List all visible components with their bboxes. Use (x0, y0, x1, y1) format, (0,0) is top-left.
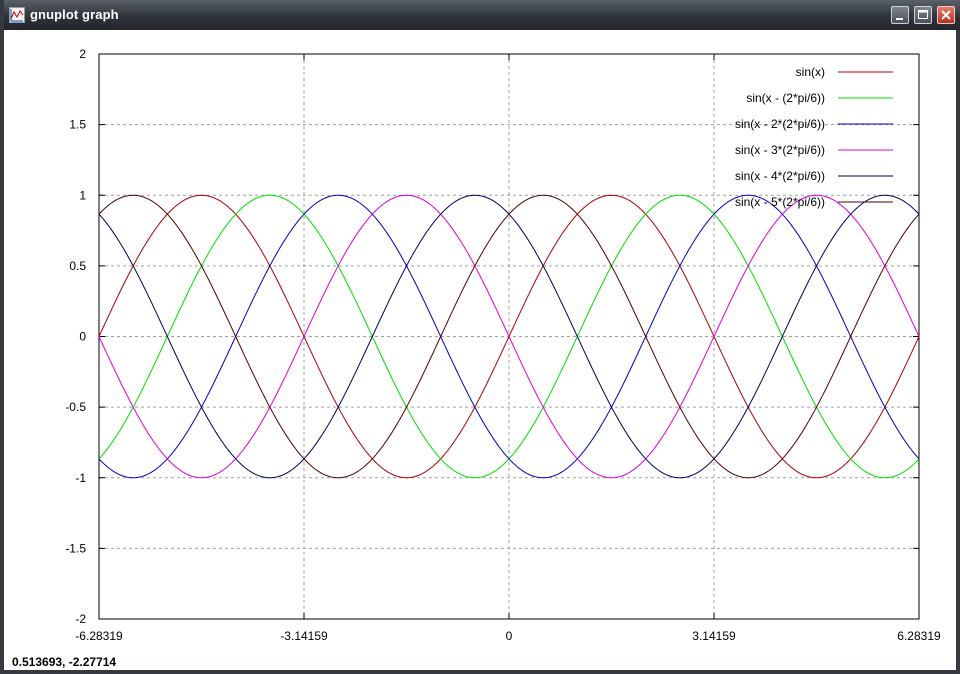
y-tick-label: 2 (79, 47, 86, 61)
legend-label-2: sin(x - 2*(2*pi/6)) (735, 117, 825, 131)
gnuplot-window: gnuplot graph 2 1.5 1 0.5 0 -0.5 -1 -1.5 -2 -6.28… (0, 0, 960, 674)
legend-label-4: sin(x - 4*(2*pi/6)) (735, 169, 825, 183)
y-tick-label: -2 (75, 612, 86, 626)
y-tick-label: 0.5 (69, 259, 86, 273)
y-tick-label: 0 (79, 330, 86, 344)
maximize-icon (918, 10, 928, 19)
x-tick-label: 0 (506, 629, 513, 643)
y-tick-label: -1 (75, 471, 86, 485)
x-tick-label: -6.28319 (75, 629, 123, 643)
title-bar[interactable]: gnuplot graph (4, 0, 960, 30)
gnuplot-graph-icon[interactable] (9, 7, 25, 23)
minimize-icon (896, 18, 903, 20)
minimize-button[interactable] (891, 6, 909, 24)
x-tick-label: 3.14159 (692, 629, 736, 643)
y-tick-label: 1.5 (69, 118, 86, 132)
maximize-button[interactable] (914, 6, 932, 24)
legend-label-3: sin(x - 3*(2*pi/6)) (735, 143, 825, 157)
y-tick-label: 1 (79, 188, 86, 202)
close-icon (941, 10, 951, 20)
window-title: gnuplot graph (30, 7, 119, 22)
plot-area[interactable]: 2 1.5 1 0.5 0 -0.5 -1 -1.5 -2 -6.28319 -3.14159 0 3.… (4, 30, 956, 650)
legend-label-1: sin(x - (2*pi/6)) (746, 91, 825, 105)
x-tick-label: -3.14159 (280, 629, 328, 643)
legend-label-0: sin(x) (796, 65, 825, 79)
mouse-coordinates-readout: 0.513693, -2.27714 (12, 655, 117, 669)
close-button[interactable] (937, 6, 955, 24)
legend-label-5: sin(x - 5*(2*pi/6)) (735, 195, 825, 209)
y-tick-label: -0.5 (65, 400, 86, 414)
x-tick-label: 6.28319 (897, 629, 941, 643)
y-tick-label: -1.5 (65, 541, 86, 555)
